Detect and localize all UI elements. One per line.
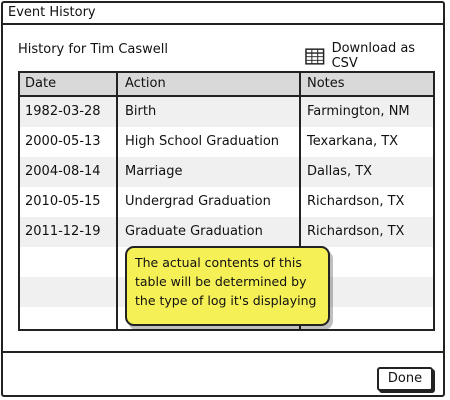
download-csv-link[interactable]: Download as CSV xyxy=(305,41,443,71)
cell-notes: Farmington, NM xyxy=(307,104,410,119)
table-row[interactable]: 2004-08-14 Marriage Dallas, TX xyxy=(20,157,433,187)
cell-date: 2004-08-14 xyxy=(25,164,101,179)
sticky-note: The actual contents of this table will b… xyxy=(125,246,330,326)
column-divider xyxy=(116,73,118,329)
table-icon xyxy=(305,47,325,65)
done-button[interactable]: Done xyxy=(377,367,433,391)
window-title: Event History xyxy=(3,3,443,25)
column-header-action[interactable]: Action xyxy=(125,73,166,95)
download-csv-label: Download as CSV xyxy=(331,41,416,71)
table-row[interactable]: 2010-05-15 Undergrad Graduation Richards… xyxy=(20,187,433,217)
cell-action: Marriage xyxy=(125,164,183,179)
cell-date: 2010-05-15 xyxy=(25,194,101,209)
cell-action: High School Graduation xyxy=(125,134,280,149)
cell-action: Birth xyxy=(125,104,157,119)
cell-notes: Richardson, TX xyxy=(307,194,405,209)
event-history-window: Event History History for Tim Caswell Do… xyxy=(1,1,445,397)
table-row[interactable]: 1982-03-28 Birth Farmington, NM xyxy=(20,97,433,127)
history-heading: History for Tim Caswell xyxy=(18,42,169,57)
footer-divider xyxy=(3,351,443,353)
column-header-date[interactable]: Date xyxy=(25,73,56,95)
cell-date: 1982-03-28 xyxy=(25,104,101,119)
cell-action: Undergrad Graduation xyxy=(125,194,271,209)
cell-notes: Texarkana, TX xyxy=(307,134,399,149)
cell-date: 2011-12-19 xyxy=(25,224,101,239)
table-row[interactable]: 2000-05-13 High School Graduation Texark… xyxy=(20,127,433,157)
cell-date: 2000-05-13 xyxy=(25,134,101,149)
cell-notes: Richardson, TX xyxy=(307,224,405,239)
cell-action: Graduate Graduation xyxy=(125,224,263,239)
table-header: Date Action Notes xyxy=(20,73,433,97)
cell-notes: Dallas, TX xyxy=(307,164,373,179)
table-row[interactable]: 2011-12-19 Graduate Graduation Richardso… xyxy=(20,217,433,247)
column-header-notes[interactable]: Notes xyxy=(307,73,345,95)
